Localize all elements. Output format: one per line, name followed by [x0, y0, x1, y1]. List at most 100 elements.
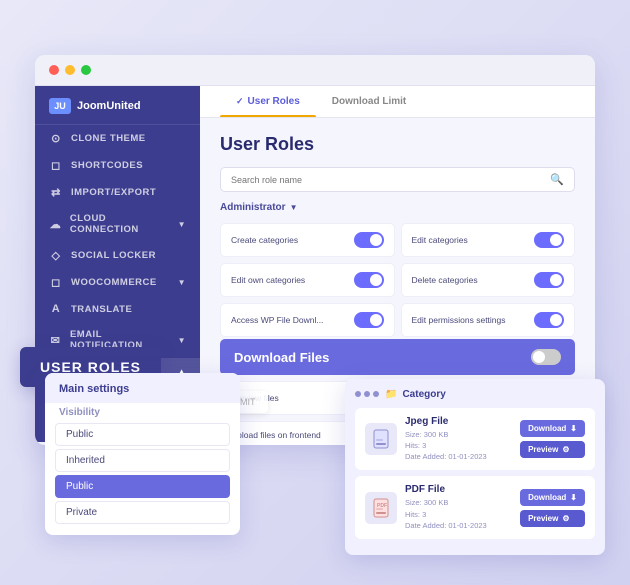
jpeg-download-button[interactable]: Download ⬇	[520, 420, 585, 437]
perm-label: Edit categories	[412, 235, 468, 245]
shortcodes-icon: ◻	[49, 159, 63, 172]
pdf-file-actions: Download ⬇ Preview ⚙	[520, 489, 585, 527]
download-files-row: Download Files	[220, 339, 575, 375]
perm-label: Edit own categories	[231, 275, 305, 285]
pdf-file-date: Date Added: 01-01-2023	[405, 520, 512, 531]
tab-user-roles[interactable]: ✓ User Roles	[220, 86, 316, 117]
tab-label: Download Limit	[332, 96, 406, 107]
jpeg-preview-button[interactable]: Preview ⚙	[520, 441, 585, 458]
dot-yellow[interactable]	[65, 65, 75, 75]
perm-row-edit-permissions: Edit permissions settings	[401, 303, 576, 337]
jpeg-file-hits: Hits: 3	[405, 440, 512, 451]
cloud-arrow-icon: ▼	[178, 220, 186, 229]
perm-label: Create categories	[231, 235, 298, 245]
download-icon: ⬇	[570, 424, 577, 433]
dot-red[interactable]	[49, 65, 59, 75]
jpeg-file-info: Jpeg File Size: 300 KB Hits: 3 Date Adde…	[405, 416, 512, 463]
toggle-edit-own[interactable]	[354, 272, 384, 288]
toggle-create-categories[interactable]	[354, 232, 384, 248]
folder-icon: 📁	[385, 389, 397, 400]
sidebar-label: WooCommerce	[71, 277, 157, 288]
email-arrow-icon: ▼	[178, 336, 186, 345]
sidebar-item-shortcodes[interactable]: ◻ Shortcodes	[35, 152, 200, 179]
sidebar-label: Import/Export	[71, 187, 156, 198]
search-input[interactable]	[231, 175, 544, 185]
toggle-edit-permissions[interactable]	[534, 312, 564, 328]
settings-icon: ⚙	[562, 514, 569, 523]
category-popup: 📁 Category Jpeg File Size: 300 KB Hits: …	[345, 379, 605, 556]
search-icon: 🔍	[550, 173, 564, 186]
sidebar-label: Clone Theme	[71, 133, 146, 144]
sidebar-logo: JU JoomUnited	[35, 86, 200, 125]
sidebar-item-translate[interactable]: A Translate	[35, 296, 200, 322]
check-icon: ✓	[236, 96, 244, 107]
pdf-file-info: PDF File Size: 300 KB Hits: 3 Date Added…	[405, 484, 512, 531]
toggle-edit-categories[interactable]	[534, 232, 564, 248]
cat-dot2	[364, 391, 370, 397]
perm-row-edit-categories: Edit categories	[401, 223, 576, 257]
jpeg-file-size: Size: 300 KB	[405, 429, 512, 440]
sidebar-item-clone-theme[interactable]: ⊙ Clone Theme	[35, 125, 200, 152]
tab-label: User Roles	[248, 96, 300, 107]
perm-label: Delete categories	[412, 275, 478, 285]
sidebar-label: Social Locker	[71, 250, 156, 261]
category-title: 📁 Category	[385, 389, 446, 400]
window-titlebar	[35, 55, 595, 86]
sidebar-item-woocommerce[interactable]: ◻ WooCommerce ▼	[35, 269, 200, 296]
pdf-file-size: Size: 300 KB	[405, 497, 512, 508]
admin-label: Administrator	[220, 202, 286, 213]
perm-row-create-categories: Create categories	[220, 223, 395, 257]
sidebar-item-cloud[interactable]: ☁ Cloud Connection ▼	[35, 206, 200, 242]
pdf-file-hits: Hits: 3	[405, 509, 512, 520]
jpeg-file-date: Date Added: 01-01-2023	[405, 451, 512, 462]
perm-row-access-wp: Access WP File Downl...	[220, 303, 395, 337]
pdf-file-icon: PDF	[365, 492, 397, 524]
logo-icon: JU	[49, 98, 71, 114]
svg-text:PDF: PDF	[377, 503, 387, 509]
search-bar: 🔍	[220, 167, 575, 192]
pdf-preview-button[interactable]: Preview ⚙	[520, 510, 585, 527]
download-icon: ⬇	[570, 493, 577, 502]
cloud-icon: ☁	[49, 218, 62, 231]
sidebar-label: Translate	[71, 304, 132, 315]
visibility-option-inherited[interactable]: Inherited	[55, 449, 230, 472]
permissions-grid: Create categories Edit categories Edit o…	[220, 223, 575, 337]
sidebar-label: Shortcodes	[71, 160, 143, 171]
toggle-download-files[interactable]	[531, 349, 561, 365]
perm-row-edit-own: Edit own categories	[220, 263, 395, 297]
pdf-download-button[interactable]: Download ⬇	[520, 489, 585, 506]
sidebar-item-social-locker[interactable]: ◇ Social Locker	[35, 242, 200, 269]
visibility-option-public2[interactable]: Public	[55, 475, 230, 498]
admin-row[interactable]: Administrator ▼	[220, 202, 575, 213]
perm-label: Access WP File Downl...	[231, 315, 323, 325]
tabs-bar: ✓ User Roles Download Limit	[200, 86, 595, 118]
perm-label: Edit permissions settings	[412, 315, 506, 325]
woo-arrow-icon: ▼	[178, 278, 186, 287]
cat-dots	[355, 391, 379, 397]
jpeg-file-actions: Download ⬇ Preview ⚙	[520, 420, 585, 458]
dot-green[interactable]	[81, 65, 91, 75]
sidebar-item-import-export[interactable]: ⇄ Import/Export	[35, 179, 200, 206]
file-card-pdf: PDF PDF File Size: 300 KB Hits: 3 Date A…	[355, 476, 595, 539]
page-title: User Roles	[220, 134, 575, 155]
jpeg-file-name: Jpeg File	[405, 416, 512, 427]
toggle-access-wp[interactable]	[354, 312, 384, 328]
translate-icon: A	[49, 303, 63, 315]
category-titlebar: 📁 Category	[355, 389, 595, 400]
email-icon: ✉	[49, 334, 62, 347]
upload-label: Upload files on frontend	[231, 430, 321, 440]
visibility-option-private[interactable]: Private	[55, 501, 230, 524]
main-settings-popup: Main settings Visibility Public Inherite…	[45, 373, 240, 535]
file-card-jpeg: Jpeg File Size: 300 KB Hits: 3 Date Adde…	[355, 408, 595, 471]
woocommerce-icon: ◻	[49, 276, 63, 289]
download-files-label: Download Files	[234, 350, 329, 365]
sidebar-label: Cloud Connection	[70, 213, 170, 235]
tab-download-limit[interactable]: Download Limit	[316, 86, 422, 117]
visibility-option-public1[interactable]: Public	[55, 423, 230, 446]
import-export-icon: ⇄	[49, 186, 63, 199]
toggle-delete-categories[interactable]	[534, 272, 564, 288]
settings-icon: ⚙	[562, 445, 569, 454]
admin-dropdown-icon: ▼	[290, 203, 298, 212]
visibility-label: Visibility	[45, 403, 240, 420]
pdf-file-name: PDF File	[405, 484, 512, 495]
